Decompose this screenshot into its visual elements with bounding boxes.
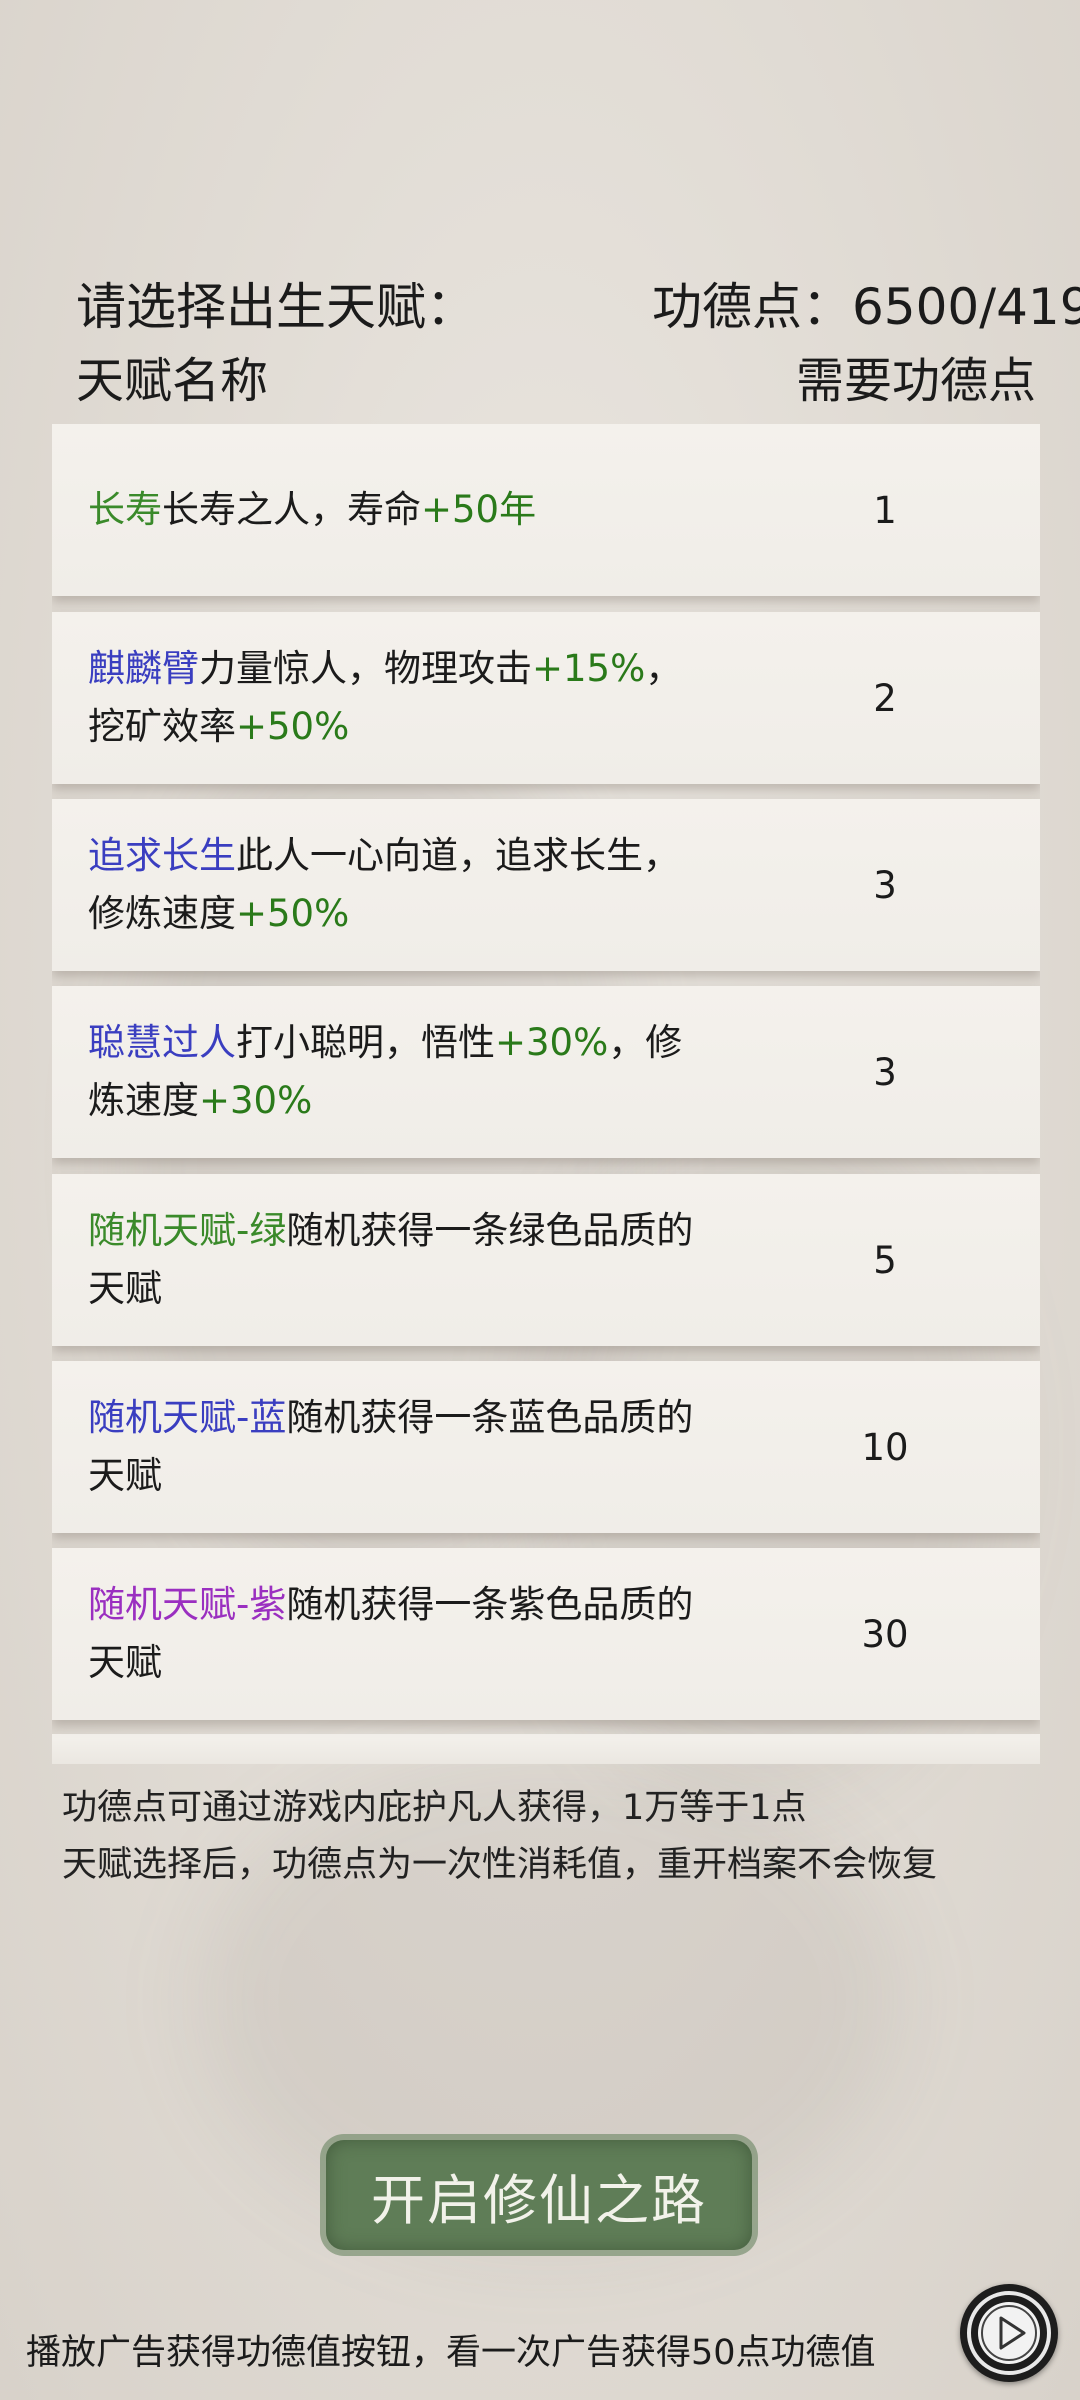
talent-desc: 此人一心向道，追求长生， xyxy=(236,834,680,877)
talent-text: 长寿长寿之人，寿命+50年 xyxy=(88,481,536,539)
column-headers: 天赋名称 需要功德点 xyxy=(76,346,1036,416)
talent-name: 长寿 xyxy=(88,488,162,531)
talent-name: 聪慧过人 xyxy=(88,1021,236,1064)
talent-desc: 长寿之人，寿命 xyxy=(162,488,421,531)
talent-description: 长寿长寿之人，寿命+50年 xyxy=(88,424,848,596)
talent-desc: 随机获得一条绿色品质的 xyxy=(286,1209,694,1252)
play-icon xyxy=(967,2291,1051,2375)
talent-name: 随机天赋-紫 xyxy=(88,1583,287,1626)
talent-bonus: +50% xyxy=(236,892,350,935)
talent-desc: 炼速度 xyxy=(88,1079,199,1122)
talent-text: 麒麟臂力量惊人，物理攻击+15%， 挖矿效率+50% xyxy=(88,640,682,756)
talent-text: 随机天赋-绿随机获得一条绿色品质的天赋 xyxy=(88,1202,693,1318)
talent-name: 随机天赋-绿 xyxy=(88,1209,287,1252)
talent-description: 追求长生此人一心向道，追求长生， 修炼速度+50% xyxy=(88,799,848,971)
merit-counter: 功德点：6500/419 xyxy=(652,272,1080,342)
talent-description: 随机天赋-紫随机获得一条紫色品质的天赋 xyxy=(88,1548,848,1720)
start-cultivation-button[interactable]: 开启修仙之路 xyxy=(326,2140,752,2250)
play-ad-button[interactable] xyxy=(960,2284,1058,2382)
merit-value: 6500/419 xyxy=(852,278,1080,336)
talent-text: 随机天赋-蓝随机获得一条蓝色品质的天赋 xyxy=(88,1389,693,1505)
page-title: 请选择出生天赋： xyxy=(76,278,476,336)
talent-desc: 天赋 xyxy=(88,1267,162,1310)
ad-description: 播放广告获得功德值按钮，看一次广告获得50点功德值 xyxy=(26,2333,876,2373)
talent-cost: 5 xyxy=(873,1238,897,1282)
talent-description: 聪慧过人打小聪明，悟性+30%，修 炼速度+30% xyxy=(88,986,848,1158)
talent-desc: ，修 xyxy=(608,1021,683,1064)
note-line-2: 天赋选择后，功德点为一次性消耗值，重开档案不会恢复 xyxy=(62,1845,938,1885)
talent-cost: 2 xyxy=(873,676,897,720)
talent-bonus: +50年 xyxy=(421,488,537,531)
talent-desc: 挖矿效率 xyxy=(88,705,236,748)
talent-desc: 天赋 xyxy=(88,1454,162,1497)
talent-text: 随机天赋-紫随机获得一条紫色品质的天赋 xyxy=(88,1576,693,1692)
talent-description: 随机天赋-绿随机获得一条绿色品质的天赋 xyxy=(88,1174,848,1346)
talent-row[interactable]: 追求长生此人一心向道，追求长生， 修炼速度+50% 3 xyxy=(52,799,1040,971)
note-line-1: 功德点可通过游戏内庇护凡人获得，1万等于1点 xyxy=(62,1788,807,1828)
talent-list[interactable]: 长寿长寿之人，寿命+50年 1 麒麟臂力量惊人，物理攻击+15%， 挖矿效率+50% 2… xyxy=(52,424,1040,1764)
header: 请选择出生天赋： 功德点：6500/419 xyxy=(76,272,1080,342)
talent-desc: 力量惊人，物理攻击 xyxy=(199,647,532,690)
notes: 功德点可通过游戏内庇护凡人获得，1万等于1点 天赋选择后，功德点为一次性消耗值，… xyxy=(62,1780,1062,1894)
talent-row[interactable]: 随机天赋-绿随机获得一条绿色品质的天赋 5 xyxy=(52,1174,1040,1346)
talent-row[interactable]: 随机天赋-紫随机获得一条紫色品质的天赋 30 xyxy=(52,1548,1040,1720)
talent-cost: 10 xyxy=(861,1425,909,1469)
talent-text: 聪慧过人打小聪明，悟性+30%，修 炼速度+30% xyxy=(88,1014,682,1130)
talent-row[interactable]: 麒麟臂力量惊人，物理攻击+15%， 挖矿效率+50% 2 xyxy=(52,612,1040,784)
column-cost-header: 需要功德点 xyxy=(795,353,1036,409)
talent-description: 麒麟臂力量惊人，物理攻击+15%， 挖矿效率+50% xyxy=(88,612,848,784)
talent-desc: ， xyxy=(645,647,683,690)
talent-name: 麒麟臂 xyxy=(88,647,199,690)
merit-label: 功德点： xyxy=(652,278,852,336)
column-name-header: 天赋名称 xyxy=(76,353,269,409)
talent-row[interactable]: 长寿长寿之人，寿命+50年 1 xyxy=(52,424,1040,596)
talent-bonus: +30% xyxy=(199,1079,313,1122)
talent-desc: 打小聪明，悟性 xyxy=(236,1021,495,1064)
talent-description: 随机天赋-蓝随机获得一条蓝色品质的天赋 xyxy=(88,1361,848,1533)
list-item-partial[interactable] xyxy=(52,1734,1040,1764)
talent-name: 随机天赋-蓝 xyxy=(88,1396,287,1439)
talent-cost: 30 xyxy=(861,1612,909,1656)
talent-name: 追求长生 xyxy=(88,834,236,877)
talent-desc: 天赋 xyxy=(88,1641,162,1684)
talent-desc: 随机获得一条蓝色品质的 xyxy=(286,1396,694,1439)
talent-cost: 3 xyxy=(873,863,897,907)
talent-bonus: +15% xyxy=(532,647,646,690)
talent-cost: 3 xyxy=(873,1050,897,1094)
talent-text: 追求长生此人一心向道，追求长生， 修炼速度+50% xyxy=(88,827,680,943)
talent-bonus: +30% xyxy=(495,1021,609,1064)
talent-cost: 1 xyxy=(873,488,897,532)
talent-desc: 修炼速度 xyxy=(88,892,236,935)
talent-row[interactable]: 聪慧过人打小聪明，悟性+30%，修 炼速度+30% 3 xyxy=(52,986,1040,1158)
talent-bonus: +50% xyxy=(236,705,350,748)
talent-row[interactable]: 随机天赋-蓝随机获得一条蓝色品质的天赋 10 xyxy=(52,1361,1040,1533)
talent-desc: 随机获得一条紫色品质的 xyxy=(286,1583,694,1626)
